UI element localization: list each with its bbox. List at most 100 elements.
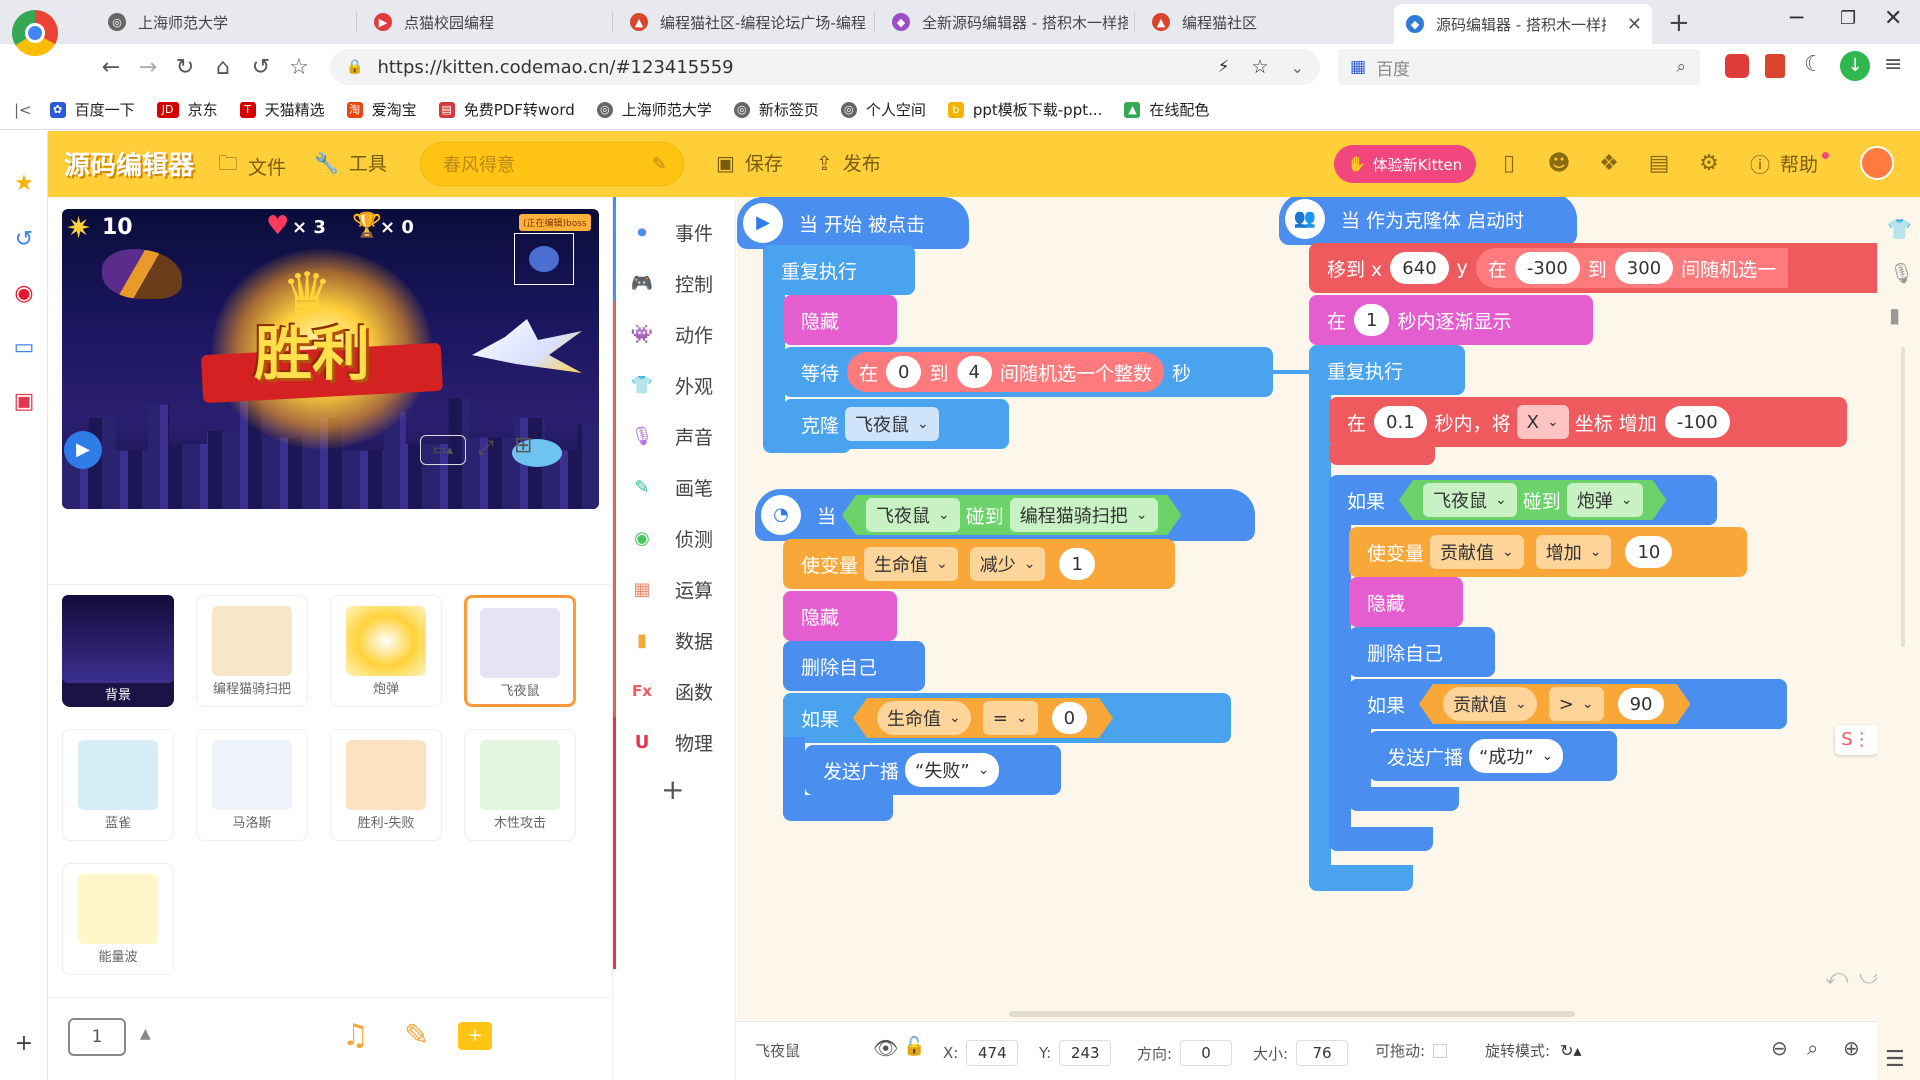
user-avatar[interactable] — [1860, 146, 1894, 180]
new-tab-button[interactable]: + — [1668, 8, 1690, 38]
when-start-clicked-block[interactable]: ▶ 当 开始 被点击 — [737, 197, 969, 249]
zoom-reset-icon[interactable]: ⌕ — [1807, 1036, 1818, 1060]
if-touching-block[interactable]: 如果 飞夜鼠 碰到 炮弹 — [1329, 475, 1717, 525]
tools-menu-button[interactable]: 🔧 工具 — [314, 149, 387, 176]
axis-dropdown[interactable]: X — [1516, 405, 1569, 439]
category-sensing[interactable]: ◉ 侦测 — [613, 513, 737, 563]
sprite-dropdown[interactable]: 飞夜鼠 — [1423, 483, 1517, 517]
category-pen[interactable]: ✎ 画笔 — [613, 462, 737, 512]
sprite-dropdown[interactable]: 飞夜鼠 — [866, 498, 960, 532]
restore-button[interactable]: ❐ — [1840, 8, 1856, 29]
sprite-card[interactable]: 木性攻击 — [464, 729, 576, 841]
category-looks[interactable]: 👕 外观 — [613, 360, 737, 410]
bookmark-jd[interactable]: JD 京东 — [156, 99, 218, 120]
coord-change-input[interactable]: -100 — [1664, 406, 1730, 438]
paint-pencil-icon[interactable]: ✎ — [404, 1018, 429, 1053]
run-button[interactable]: ▶ — [64, 431, 102, 469]
tab-3[interactable]: ▲ 编程猫社区-编程论坛广场-编程 — [618, 6, 868, 38]
random-to-input[interactable]: 4 — [956, 356, 992, 388]
glide-seconds-input[interactable]: 0.1 — [1374, 406, 1427, 438]
favorites-star-icon[interactable]: ★ — [11, 171, 37, 197]
touching-condition[interactable]: 飞夜鼠 碰到 炮弹 — [1399, 480, 1666, 520]
close-window-button[interactable]: ✕ — [1884, 6, 1902, 31]
lightning-icon[interactable]: ⚡ — [1218, 57, 1230, 77]
cat-face-icon[interactable]: ☻ — [1544, 149, 1574, 179]
stage-size-dropdown[interactable]: ▭▴ — [420, 435, 466, 465]
variable-dropdown[interactable]: 贡献值 — [1430, 535, 1524, 569]
rotation-mode-dropdown[interactable]: ↻▴ — [1560, 1041, 1581, 1060]
sprite-card[interactable]: 能量波 — [62, 863, 174, 975]
change-variable-block[interactable]: 使变量 贡献值 增加 10 — [1349, 527, 1747, 577]
phone-preview-icon[interactable]: ▯ — [1494, 149, 1524, 179]
repeat-forever-block[interactable]: 重复执行 — [1309, 345, 1465, 395]
sprite-name-field[interactable]: 飞夜鼠 — [755, 1040, 800, 1061]
add-category-button[interactable]: + — [661, 773, 684, 806]
category-motion[interactable]: 👾 动作 — [613, 309, 737, 359]
bookmark-ppt[interactable]: b ppt模板下载-ppt... — [947, 99, 1102, 120]
operation-dropdown[interactable]: 减少 — [969, 547, 1046, 581]
sprite-card[interactable]: 蓝雀 — [62, 729, 174, 841]
y-input[interactable]: 243 — [1059, 1040, 1112, 1066]
extension-game-icon[interactable] — [1725, 54, 1749, 78]
url-bar[interactable]: 🔒 https://kitten.codemao.cn/#123415559 ⚡… — [330, 49, 1320, 85]
change-variable-block[interactable]: 使变量 生命值 减少 1 — [783, 539, 1175, 589]
tab-close-icon[interactable]: ✕ — [1627, 14, 1642, 35]
music-icon[interactable]: ♫ — [342, 1018, 369, 1053]
category-operators[interactable]: ▦ 运算 — [613, 564, 737, 614]
minimize-button[interactable]: ─ — [1790, 6, 1803, 31]
visibility-eye-icon[interactable]: 👁 — [873, 1036, 898, 1060]
dragon-sprite[interactable] — [472, 319, 582, 373]
message-dropdown[interactable]: “失败” — [905, 753, 1000, 787]
community-icon[interactable]: ❖ — [1594, 149, 1624, 179]
draggable-checkbox[interactable] — [1433, 1043, 1448, 1058]
equals-condition[interactable]: 生命值 = 0 — [853, 698, 1113, 738]
category-functions[interactable]: Fx 函数 — [613, 666, 737, 716]
forward-icon[interactable]: → — [133, 52, 163, 82]
back-icon[interactable]: ← — [96, 52, 126, 82]
dropdown-chevron-icon[interactable]: ⌄ — [1291, 58, 1304, 77]
try-new-kitten-button[interactable]: ✋ 体验新Kitten — [1334, 145, 1476, 183]
add-sidebar-icon[interactable]: + — [11, 1031, 37, 1057]
y-from-input[interactable]: -300 — [1514, 252, 1580, 284]
direction-input[interactable]: 0 — [1180, 1040, 1233, 1066]
fade-in-block[interactable]: 在 1 秒内逐渐显示 — [1309, 295, 1593, 345]
bookmark-pdf[interactable]: ▤ 免费PDF转word — [438, 99, 575, 120]
undo-close-icon[interactable]: ↺ — [246, 52, 276, 82]
bookmark-baidu[interactable]: ✿ 百度一下 — [49, 99, 135, 120]
scene-counter[interactable]: 1 — [68, 1018, 126, 1056]
hide-block[interactable]: 隐藏 — [783, 295, 897, 345]
search-icon[interactable]: ⌕ — [1676, 57, 1686, 77]
material-library-icon[interactable]: ▤ — [1644, 149, 1674, 179]
sprite-card[interactable]: 编程猫骑扫把 — [196, 595, 308, 707]
x-input[interactable]: 640 — [1390, 252, 1449, 284]
compare-op-dropdown[interactable]: > — [1549, 687, 1604, 721]
bookmark-tmall[interactable]: T 天猫精选 — [239, 99, 325, 120]
category-data[interactable]: ▮ 数据 — [613, 615, 737, 665]
category-events[interactable]: ⏺ 事件 — [613, 207, 737, 257]
lock-icon[interactable]: 🔓 — [903, 1036, 925, 1057]
extension-pdf-icon[interactable] — [1765, 54, 1785, 78]
move-to-block[interactable]: 移到 x 640 y 在 -300 到 300 间随机选一 — [1309, 243, 1877, 293]
vertical-scrollbar[interactable] — [1901, 347, 1905, 647]
costume-shirt-icon[interactable]: 👕 — [1887, 217, 1912, 241]
help-button[interactable]: ⓘ 帮助 — [1750, 149, 1830, 178]
compare-op-dropdown[interactable]: = — [983, 701, 1038, 735]
weibo-icon[interactable]: ◉ — [11, 281, 37, 307]
repeat-forever-block[interactable]: 重复执行 — [763, 245, 915, 295]
hamburger-menu-icon[interactable]: ☰ — [1885, 1047, 1905, 1072]
broadcast-block[interactable]: 发送广播 “失败” — [805, 745, 1061, 795]
delete-self-block[interactable]: 删除自己 — [1349, 627, 1495, 677]
bookmark-star-icon[interactable]: ☆ — [1252, 56, 1269, 78]
bookmark-personal[interactable]: ◎ 个人空间 — [840, 99, 926, 120]
grid-icon[interactable]: ⊞ — [514, 433, 532, 458]
when-clone-starts-block[interactable]: 👥 当 作为克隆体 启动时 — [1279, 197, 1577, 245]
value-input[interactable]: 10 — [1625, 536, 1673, 568]
random-from-input[interactable]: 0 — [886, 356, 922, 388]
random-y-reporter[interactable]: 在 -300 到 300 间随机选一 — [1475, 248, 1789, 288]
clone-block[interactable]: 克隆 飞夜鼠 — [783, 399, 1009, 449]
home-icon[interactable]: ⌂ — [208, 52, 238, 82]
sprite-card[interactable]: 背景 — [62, 595, 174, 707]
if-block[interactable]: 如果 贡献值 > 90 — [1349, 679, 1787, 729]
y-to-input[interactable]: 300 — [1614, 252, 1674, 284]
wait-block[interactable]: 等待 在 0 到 4 间随机选一个整数 秒 — [783, 347, 1273, 397]
